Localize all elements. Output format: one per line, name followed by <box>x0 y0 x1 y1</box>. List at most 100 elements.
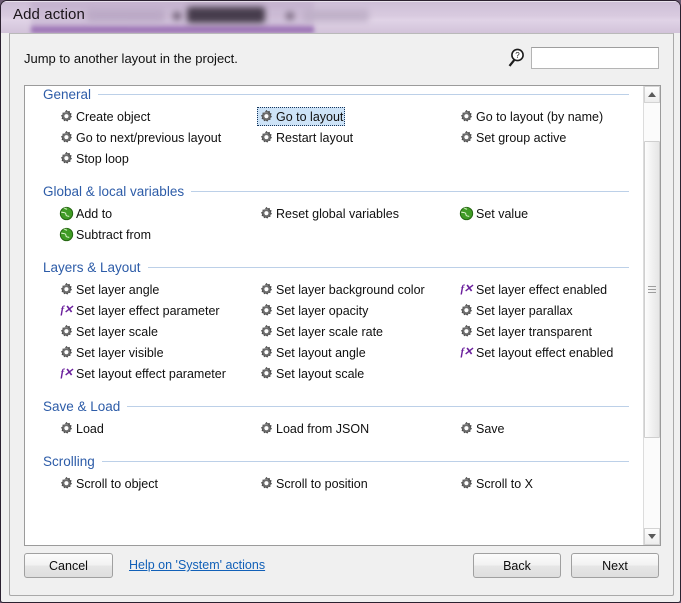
action-item[interactable]: Set layer scale rate <box>257 322 385 341</box>
action-item-label: Reset global variables <box>274 207 399 221</box>
gear-icon <box>259 109 274 124</box>
section-gap <box>25 440 643 451</box>
action-item[interactable]: Set layout scale <box>257 364 366 383</box>
action-item[interactable]: Restart layout <box>257 128 355 147</box>
action-item[interactable]: Set layer angle <box>57 280 161 299</box>
action-item[interactable]: Set layer parallax <box>457 301 575 320</box>
scroll-up-button[interactable] <box>644 86 660 103</box>
action-item[interactable]: Stop loop <box>57 149 131 168</box>
action-item-label: Set layout effect enabled <box>474 346 613 360</box>
action-item[interactable]: f✕Set layout effect parameter <box>57 364 228 383</box>
gear-icon <box>259 303 274 318</box>
action-section: Global & local variablesAdd toReset glob… <box>25 181 643 246</box>
next-button[interactable]: Next <box>571 553 659 578</box>
window-title: Add action <box>13 6 85 23</box>
action-item[interactable]: f✕Set layer effect enabled <box>457 280 609 299</box>
action-row: Set layer visible Set layout angle f✕Set l… <box>25 343 643 364</box>
action-item[interactable]: Set layout angle <box>257 343 368 362</box>
section-rule <box>148 267 629 268</box>
action-item[interactable]: Set layer visible <box>57 343 166 362</box>
gear-icon <box>259 476 274 491</box>
action-item[interactable]: Go to next/previous layout <box>57 128 223 147</box>
action-item[interactable]: Set layer scale <box>57 322 160 341</box>
action-item[interactable]: Load <box>57 419 106 438</box>
action-item[interactable]: Set layer transparent <box>457 322 594 341</box>
action-list-content: General Create object Go to layout Go to la… <box>25 86 643 495</box>
action-item[interactable]: Reset global variables <box>257 204 401 223</box>
section-rule <box>127 406 629 407</box>
action-item-label: Set layer scale rate <box>274 325 383 339</box>
action-item-label: Set layer scale <box>74 325 158 339</box>
section-header: Save & Load <box>43 396 629 416</box>
action-item[interactable]: Set value <box>457 204 530 223</box>
scroll-down-button[interactable] <box>644 528 660 545</box>
action-item[interactable]: Go to layout (by name) <box>457 107 605 126</box>
scrollbar-thumb[interactable] <box>644 141 660 438</box>
section-header: Scrolling <box>43 451 629 471</box>
action-row: f✕Set layout effect parameterSet layout … <box>25 364 643 385</box>
action-item[interactable]: Set layer background color <box>257 280 427 299</box>
action-item[interactable]: Subtract from <box>57 225 153 244</box>
search-input[interactable] <box>531 47 659 69</box>
gear-icon <box>259 345 274 360</box>
scroll-down-arrow-icon <box>648 534 656 539</box>
fx-icon: f✕ <box>459 282 474 297</box>
gear-icon <box>59 130 74 145</box>
action-item-selected[interactable]: Go to layout <box>257 107 345 126</box>
action-item[interactable]: Create object <box>57 107 152 126</box>
action-item[interactable]: Save <box>457 419 507 438</box>
section-header: General <box>43 86 629 104</box>
action-item[interactable]: Scroll to X <box>457 474 535 493</box>
globe-icon <box>459 206 474 221</box>
section-rule <box>98 94 629 95</box>
gear-icon <box>459 130 474 145</box>
action-item-label: Go to next/previous layout <box>74 131 221 145</box>
action-row: Subtract from <box>25 225 643 246</box>
blurred-background-tab-c <box>303 9 369 22</box>
action-item[interactable]: f✕Set layer effect parameter <box>57 301 222 320</box>
dialog-footer: Cancel Help on 'System' actions Back Nex… <box>10 545 673 595</box>
action-section: Layers & LayoutSet layer angleSet layer … <box>25 257 643 385</box>
action-list-scrollbar[interactable] <box>643 86 660 545</box>
scroll-up-arrow-icon <box>648 92 656 97</box>
gear-icon <box>259 130 274 145</box>
section-rule <box>191 191 629 192</box>
gear-icon <box>59 345 74 360</box>
cancel-button[interactable]: Cancel <box>24 553 113 578</box>
action-item-label: Create object <box>74 110 150 124</box>
gear-icon <box>259 324 274 339</box>
back-button[interactable]: Back <box>473 553 561 578</box>
action-section: Save & Load Load Load from JSON Save <box>25 396 643 440</box>
search-area: ? <box>505 47 659 69</box>
help-link[interactable]: Help on 'System' actions <box>129 558 265 572</box>
action-item[interactable]: f✕Set layout effect enabled <box>457 343 615 362</box>
blurred-background-tab-b <box>187 7 265 23</box>
action-item-label: Set value <box>474 207 528 221</box>
window-titlebar[interactable]: Add action <box>1 1 681 33</box>
action-row: Stop loop <box>25 149 643 170</box>
gear-icon <box>459 109 474 124</box>
action-row: Go to next/previous layout Restart layout… <box>25 128 643 149</box>
action-item-label: Set layer background color <box>274 283 425 297</box>
gear-icon <box>59 151 74 166</box>
section-items-grid: Add to Reset global variables Set value Sub… <box>25 201 643 246</box>
svg-text:?: ? <box>515 51 520 60</box>
gear-icon <box>459 303 474 318</box>
action-item[interactable]: Scroll to object <box>57 474 160 493</box>
section-items-grid: Scroll to object Scroll to position Scroll… <box>25 471 643 495</box>
action-item-label: Set layout effect parameter <box>74 367 226 381</box>
gear-icon <box>459 324 474 339</box>
action-item-label: Stop loop <box>74 152 129 166</box>
action-item[interactable]: Add to <box>57 204 114 223</box>
action-item-label: Scroll to object <box>74 477 158 491</box>
action-item-label: Load from JSON <box>274 422 369 436</box>
action-item[interactable]: Set group active <box>457 128 568 147</box>
action-item[interactable]: Set layer opacity <box>257 301 370 320</box>
blurred-background-dot-b <box>286 12 294 20</box>
action-item[interactable]: Scroll to position <box>257 474 370 493</box>
fx-icon: f✕ <box>59 303 74 318</box>
action-item[interactable]: Load from JSON <box>257 419 371 438</box>
gear-icon <box>259 366 274 381</box>
scrollbar-track[interactable] <box>644 103 660 528</box>
action-item-label: Go to layout <box>274 110 343 124</box>
